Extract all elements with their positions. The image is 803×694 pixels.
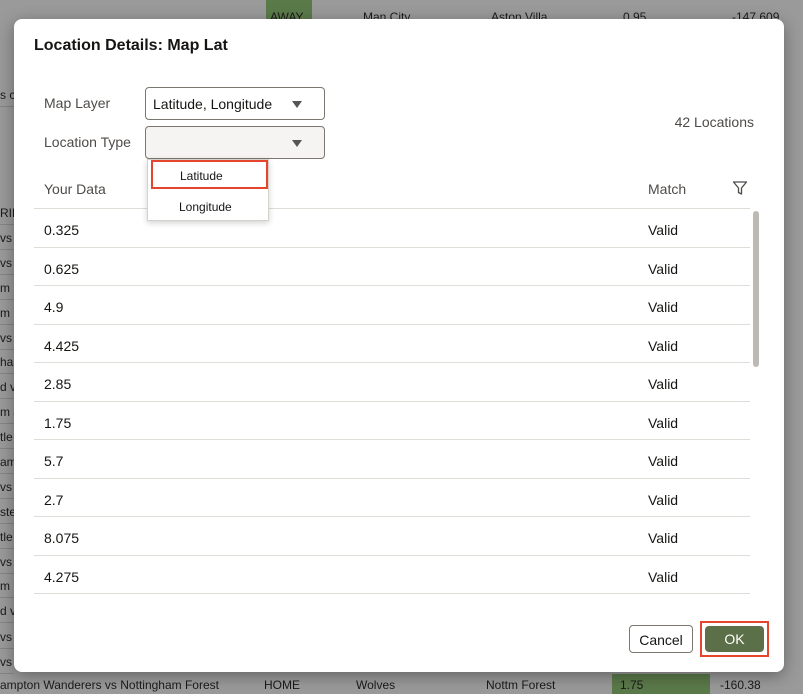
bg-row-divider (0, 622, 14, 623)
bg-cell: ampton Wanderers vs Nottingham Forest (0, 678, 219, 692)
cell-your-data: 2.7 (44, 491, 64, 508)
bg-left-cell: s c (0, 88, 14, 102)
table-row[interactable]: 2.85 Valid (34, 363, 750, 402)
bg-row-divider (0, 423, 14, 424)
dropdown-option-latitude[interactable]: Latitude (151, 160, 268, 189)
column-header-your-data[interactable]: Your Data (44, 181, 106, 197)
table-row[interactable]: 0.325 Valid (34, 209, 750, 248)
bg-row-divider (0, 398, 14, 399)
cell-your-data: 0.325 (44, 222, 80, 238)
bg-left-cell: vs (0, 630, 12, 644)
bg-row-divider (0, 324, 14, 325)
bg-row-divider (0, 349, 14, 350)
bg-left-cell: m (0, 281, 10, 295)
bg-row-divider (0, 573, 14, 574)
cell-your-data: 8.075 (44, 530, 80, 546)
bg-row-divider (0, 448, 14, 449)
location-type-select[interactable] (145, 126, 325, 159)
bg-left-cell: vs (0, 331, 12, 345)
cell-your-data: 2.85 (44, 376, 72, 392)
bg-row-divider (0, 299, 14, 300)
bg-row-divider (0, 673, 14, 674)
cell-match: Valid (648, 299, 679, 315)
map-layer-select[interactable]: Latitude, Longitude (145, 87, 325, 120)
bg-row-divider (0, 249, 14, 250)
cell-match: Valid (648, 530, 679, 546)
bg-row-divider (0, 106, 14, 107)
cancel-button[interactable]: Cancel (629, 625, 693, 653)
bg-row-divider (0, 597, 14, 598)
bg-left-cell: ha (0, 355, 14, 369)
column-header-match[interactable]: Match (648, 181, 686, 197)
filter-icon[interactable] (732, 180, 748, 196)
cell-match: Valid (648, 337, 679, 354)
bg-left-cell: vs (0, 655, 12, 669)
table-row[interactable]: 4.425 Valid (34, 325, 750, 363)
table-row[interactable]: 2.7 Valid (34, 479, 750, 517)
bg-left-cell: m & (0, 405, 14, 419)
bg-left-cell: m (0, 306, 10, 320)
bg-left-cell: d v (0, 604, 14, 618)
cell-your-data: 0.625 (44, 260, 80, 277)
bg-cell: -160.38 (720, 678, 761, 692)
table-row[interactable]: 4.9 Valid (34, 286, 750, 325)
bg-row-divider (0, 224, 14, 225)
bg-left-cell: tle (0, 530, 13, 544)
scrollbar-thumb[interactable] (753, 211, 759, 367)
bg-row-divider (0, 274, 14, 275)
bg-row-divider (0, 523, 14, 524)
table-row[interactable]: 0.625 Valid (34, 248, 750, 286)
bg-left-cell: vs (0, 256, 12, 270)
bg-cell: Nottm Forest (486, 678, 556, 692)
bg-left-cell: RIF (0, 206, 14, 220)
table-row[interactable]: 5.7 Valid (34, 440, 750, 479)
bg-row-divider (0, 373, 14, 374)
bg-cell: 1.75 (620, 678, 644, 692)
cell-match: Valid (648, 568, 679, 585)
dialog-title: Location Details: Map Lat (34, 37, 228, 54)
cell-match: Valid (648, 222, 679, 238)
map-layer-value: Latitude, Longitude (153, 96, 273, 112)
bg-row-divider (0, 498, 14, 499)
cell-match: Valid (648, 260, 679, 277)
location-data-table: 0.325 Valid 0.625 Valid 4.9 Valid 4.425 Valid 2.… (34, 208, 750, 601)
table-scrollbar[interactable] (751, 211, 761, 601)
map-layer-label: Map Layer (44, 95, 111, 111)
cell-your-data: 4.425 (44, 337, 80, 354)
chevron-down-icon (292, 101, 302, 108)
bg-row-divider (0, 473, 14, 474)
table-row[interactable]: 1.75 Valid (34, 402, 750, 440)
bg-left-cell: tle (0, 430, 13, 444)
bg-left-cell: ste (0, 505, 14, 519)
location-details-dialog: Location Details: Map Lat Map Layer Lati… (14, 19, 784, 672)
cell-match: Valid (648, 491, 679, 508)
chevron-down-icon (292, 140, 302, 147)
table-row[interactable]: 4.275 Valid (34, 556, 750, 594)
bg-cell: Wolves (356, 678, 396, 692)
bg-row-divider (0, 648, 14, 649)
bg-left-cell: vs (0, 480, 12, 494)
bg-left-cell: am (0, 455, 14, 469)
cell-your-data: 5.7 (44, 453, 64, 469)
cell-match: Valid (648, 414, 679, 431)
location-type-dropdown: Latitude Longitude (147, 159, 269, 221)
bg-cell: HOME (264, 678, 300, 692)
cell-match: Valid (648, 453, 679, 469)
bg-left-cell: m (0, 579, 10, 593)
cell-your-data: 4.9 (44, 299, 64, 315)
dropdown-option-longitude[interactable]: Longitude (148, 192, 268, 220)
location-type-label: Location Type (44, 134, 131, 150)
bg-left-cell: vs (0, 231, 12, 245)
cell-your-data: 4.275 (44, 568, 80, 585)
locations-count: 42 Locations (674, 114, 754, 130)
bg-left-cell: vs (0, 555, 12, 569)
cell-your-data: 1.75 (44, 414, 72, 431)
ok-button[interactable]: OK (705, 626, 764, 652)
ok-button-highlight: OK (700, 621, 769, 657)
table-row[interactable]: 8.075 Valid (34, 517, 750, 556)
bg-row-divider (0, 548, 14, 549)
cell-match: Valid (648, 376, 679, 392)
bg-left-cell: d v (0, 380, 14, 394)
